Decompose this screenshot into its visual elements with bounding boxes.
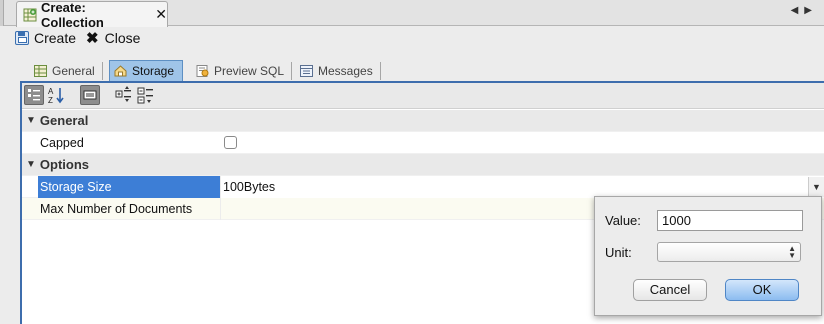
tab-preview-sql-label: Preview SQL <box>214 64 285 78</box>
expand-all-icon <box>115 86 131 102</box>
categorized-view-button[interactable] <box>24 85 44 105</box>
tab-messages[interactable]: Messages <box>300 60 381 82</box>
category-general[interactable]: ▼ General <box>22 110 824 132</box>
storage-size-label: Storage Size <box>38 176 220 198</box>
table-icon <box>34 65 47 77</box>
create-button-label: Create <box>34 30 77 46</box>
tab-bar-edge <box>0 0 4 26</box>
sort-az-icon: AZ <box>48 87 64 105</box>
collapse-triangle-icon[interactable]: ▼ <box>26 115 36 126</box>
tab-separator <box>379 62 381 80</box>
storage-size-popup: Value: 1000 Unit: ▲ ▼ Cancel OK <box>594 196 822 316</box>
category-general-label: General <box>39 113 89 128</box>
close-icon: ✖ <box>86 30 99 47</box>
tab-separator <box>291 62 293 80</box>
svg-text:Z: Z <box>48 96 53 105</box>
collapse-all-icon <box>137 87 153 104</box>
tab-storage-label: Storage <box>132 64 175 78</box>
property-row-capped[interactable]: Capped <box>22 132 824 154</box>
messages-icon <box>300 65 313 77</box>
action-bar: Create ✖ Close <box>0 27 824 49</box>
tab-scroll-left-icon[interactable]: ◀ <box>791 5 805 16</box>
collapse-triangle-icon[interactable]: ▼ <box>26 159 36 170</box>
collection-icon <box>23 8 37 22</box>
unit-select[interactable]: ▲ ▼ <box>657 242 801 262</box>
max-documents-label: Max Number of Documents <box>40 202 193 216</box>
tab-general-label: General <box>52 64 95 78</box>
close-button[interactable]: ✖ Close <box>86 29 140 47</box>
collapse-all-button[interactable] <box>136 85 156 105</box>
tab-scroll-right-icon[interactable]: ▶ <box>804 5 818 16</box>
value-input[interactable]: 1000 <box>657 210 803 231</box>
tab-storage[interactable]: Storage <box>109 60 184 82</box>
sort-alphabetical-button[interactable]: AZ <box>46 85 66 105</box>
show-descriptions-button[interactable] <box>80 85 100 105</box>
editor-tab-title: Create: Collection <box>41 0 104 30</box>
category-options-label: Options <box>39 157 90 172</box>
editor-subtabs: General Storage Preview SQL Messages <box>20 60 386 82</box>
capped-checkbox[interactable] <box>224 136 237 149</box>
editor-tab-create-collection[interactable]: Create: Collection ✕ <box>16 0 168 30</box>
tab-separator <box>101 62 103 80</box>
storage-size-value[interactable]: 100Bytes <box>220 176 824 198</box>
ok-button[interactable]: OK <box>725 279 799 301</box>
create-button[interactable]: Create <box>15 30 76 46</box>
save-icon <box>15 31 29 45</box>
unit-label: Unit: <box>605 245 632 260</box>
cancel-button[interactable]: Cancel <box>633 279 707 301</box>
select-stepper-icon: ▲ ▼ <box>788 244 796 260</box>
editor-tab-bar: Create: Collection ✕ ◀▶ <box>0 0 824 30</box>
tab-general[interactable]: General <box>34 60 103 82</box>
tab-messages-label: Messages <box>318 64 373 78</box>
tab-scroll-arrows[interactable]: ◀▶ <box>791 5 818 16</box>
svg-text:A: A <box>48 87 54 96</box>
category-options[interactable]: ▼ Options <box>22 154 824 176</box>
sql-icon <box>196 65 209 77</box>
expand-all-button[interactable] <box>114 85 134 105</box>
value-label: Value: <box>605 213 641 228</box>
property-toolbar: AZ <box>22 83 824 109</box>
capped-label: Capped <box>40 136 84 150</box>
storage-icon <box>114 65 127 77</box>
storage-size-dropdown-icon[interactable]: ▼ <box>808 177 824 197</box>
description-icon <box>83 90 97 100</box>
tab-preview-sql[interactable]: Preview SQL <box>196 60 293 82</box>
property-row-storage-size[interactable]: Storage Size 100Bytes ▼ <box>22 176 824 198</box>
close-button-label: Close <box>104 30 141 46</box>
close-tab-icon[interactable]: ✕ <box>155 6 167 23</box>
categorized-icon <box>28 89 40 101</box>
